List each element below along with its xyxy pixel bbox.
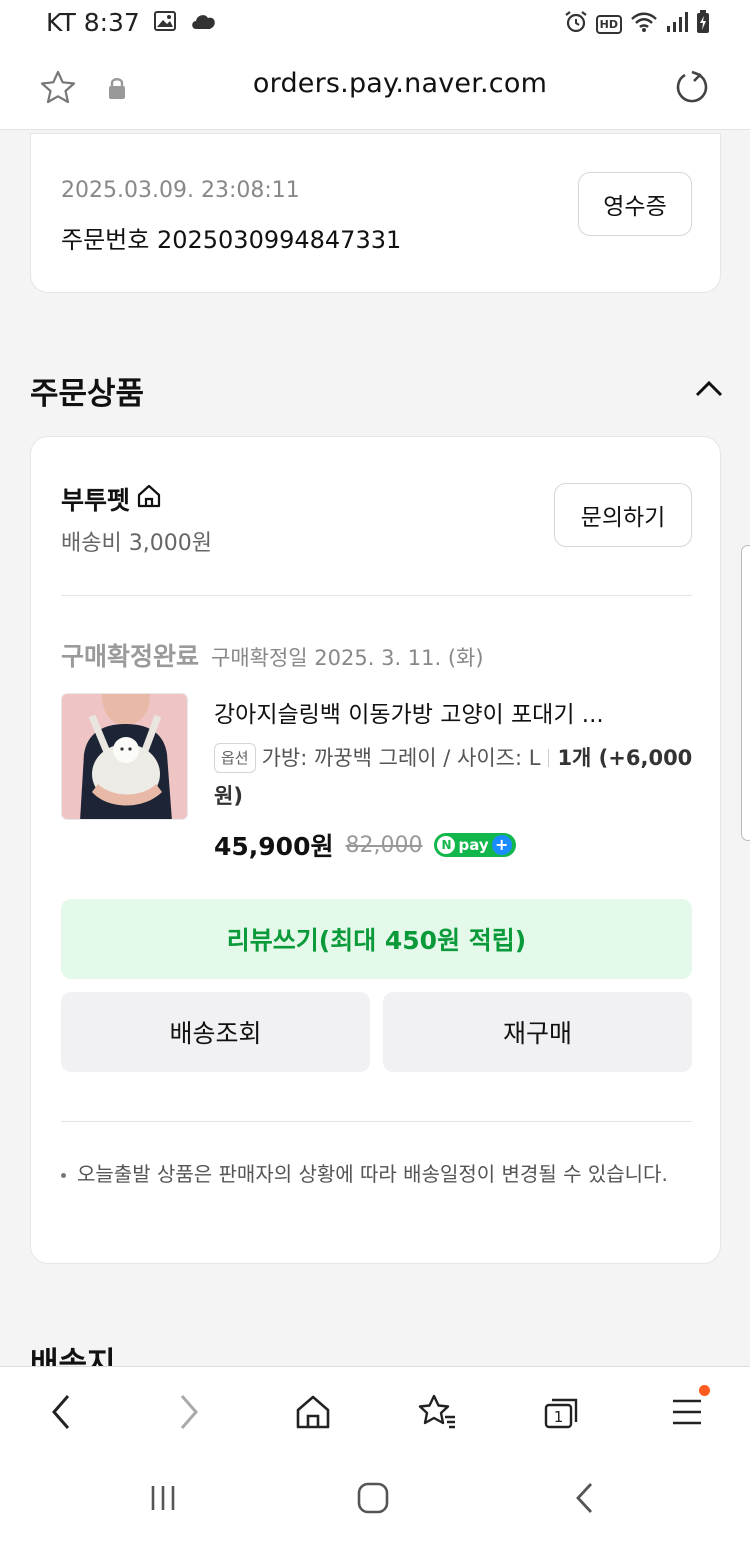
chevron-up-icon[interactable]: [692, 372, 726, 406]
product-card: 부투펫 배송비 3,000원 문의하기 구매확정완료 구매확정일 2025. 3…: [30, 436, 721, 1264]
browser-bottom-nav: 1: [0, 1366, 750, 1456]
bullet-icon: [61, 1173, 66, 1178]
product-option: 옵션 가방: 까꿍백 그레이 / 사이즈: L 1개 (+6,000원): [214, 739, 694, 815]
home-icon[interactable]: [288, 1387, 338, 1437]
receipt-button[interactable]: 영수증: [578, 172, 692, 236]
tabs-count: 1: [554, 1408, 564, 1426]
bookmarks-icon[interactable]: [412, 1387, 462, 1437]
inquiry-button[interactable]: 문의하기: [554, 483, 692, 547]
plus-icon: +: [491, 835, 512, 855]
notification-dot: [699, 1385, 710, 1396]
option-separator: [548, 749, 550, 767]
shipping-notice-text: 오늘출발 상품은 판매자의 상황에 따라 배송일정이 변경될 수 있습니다.: [77, 1162, 668, 1186]
divider: [61, 1121, 692, 1122]
store-home-icon: [136, 483, 162, 515]
alarm-icon: [564, 10, 588, 39]
seller-name[interactable]: 부투펫: [61, 481, 162, 517]
price-row: 45,900원 82,000 N pay +: [214, 827, 516, 863]
write-review-button[interactable]: 리뷰쓰기(최대 450원 적립): [61, 899, 692, 979]
purchase-status: 구매확정완료 구매확정일 2025. 3. 11. (화): [61, 637, 484, 673]
url-text[interactable]: orders.pay.naver.com: [0, 68, 750, 99]
forward-icon[interactable]: [164, 1387, 214, 1437]
address-bar: orders.pay.naver.com: [0, 48, 750, 130]
carrier: KT: [46, 8, 76, 37]
system-back-icon[interactable]: [560, 1476, 610, 1520]
clock: 8:37: [83, 8, 140, 37]
status-bar: KT 8:37 HD: [0, 0, 750, 48]
tabs-icon[interactable]: 1: [536, 1387, 586, 1437]
product-thumbnail[interactable]: [61, 693, 188, 820]
product-name[interactable]: 강아지슬링백 이동가방 고양이 포대기 ...: [214, 695, 684, 729]
status-right: HD: [564, 10, 710, 39]
scroll-handle[interactable]: [741, 545, 750, 841]
option-badge: 옵션: [214, 743, 256, 773]
divider: [61, 595, 692, 596]
rebuy-button[interactable]: 재구매: [383, 992, 692, 1072]
shipping-address-title: 배송지: [30, 1346, 116, 1368]
menu-icon[interactable]: [662, 1385, 712, 1437]
recent-apps-icon[interactable]: [138, 1476, 188, 1520]
order-info-card: 2025.03.09. 23:08:11 주문번호 20250309948473…: [30, 133, 721, 293]
carrier-time: KT 8:37: [46, 8, 140, 37]
reload-icon[interactable]: [672, 68, 712, 108]
gallery-icon: [153, 8, 176, 37]
status-left: KT 8:37: [46, 8, 218, 37]
track-delivery-button[interactable]: 배송조회: [61, 992, 370, 1072]
npay-n-icon: N: [437, 836, 456, 854]
order-datetime: 2025.03.09. 23:08:11: [61, 178, 300, 203]
battery-icon: [696, 10, 710, 39]
signal-icon: [666, 11, 688, 38]
npay-label: pay: [458, 836, 489, 854]
original-price: 82,000: [345, 832, 423, 858]
shipping-fee: 배송비 3,000원: [61, 531, 212, 556]
home-button-icon[interactable]: [348, 1476, 398, 1520]
purchase-status-main: 구매확정완료: [61, 642, 200, 671]
sale-price: 45,900원: [214, 832, 334, 861]
wifi-icon: [630, 11, 658, 38]
npay-plus-badge: N pay +: [434, 833, 516, 857]
order-number: 주문번호 2025030994847331: [61, 226, 402, 254]
seller-name-text: 부투펫: [61, 486, 131, 515]
ordered-products-title: 주문상품: [30, 376, 145, 412]
shipping-notice: 오늘출발 상품은 판매자의 상황에 따라 배송일정이 변경될 수 있습니다.: [61, 1157, 692, 1192]
cloud-icon: [190, 8, 218, 37]
back-icon[interactable]: [36, 1387, 86, 1437]
hd-badge: HD: [595, 15, 622, 34]
option-text: 가방: 까꿍백 그레이 / 사이즈: L: [261, 746, 541, 770]
system-nav-bar: [0, 1456, 750, 1541]
purchase-confirm-date: 구매확정일 2025. 3. 11. (화): [211, 646, 484, 670]
